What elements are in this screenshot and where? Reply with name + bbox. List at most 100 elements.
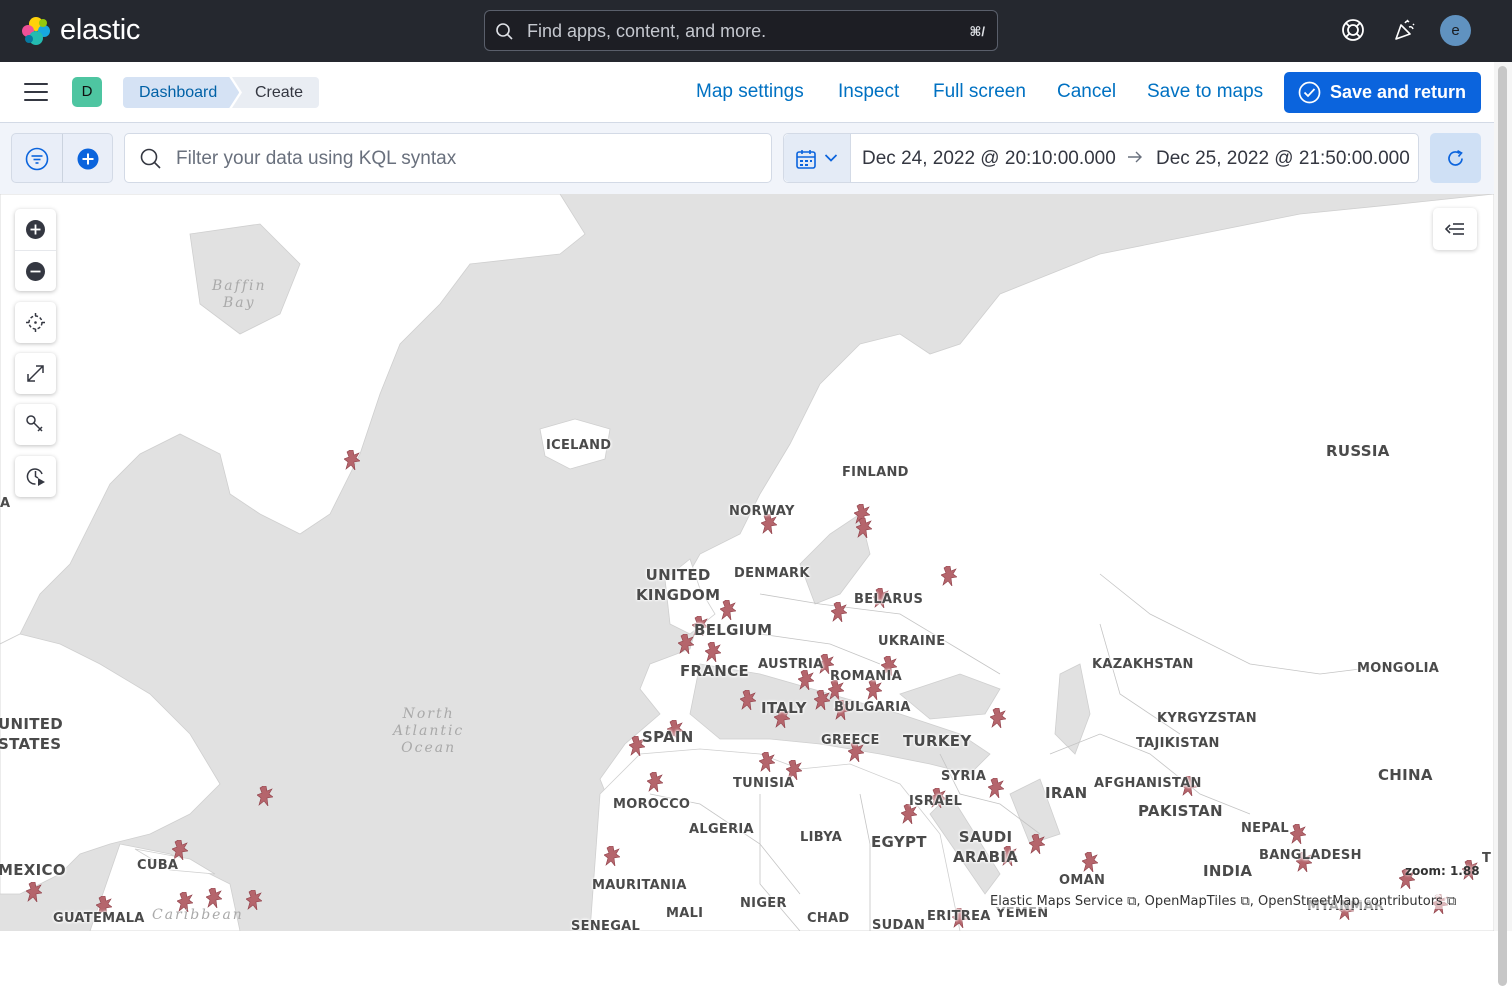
- country-label: FRANCE: [680, 662, 750, 680]
- crosshair-icon: [26, 313, 45, 332]
- map-marker[interactable]: [941, 566, 957, 586]
- water-label: Caribbean: [152, 907, 244, 923]
- map-marker[interactable]: [720, 600, 736, 620]
- country-label: INDIA: [1203, 862, 1253, 880]
- map-marker[interactable]: [831, 602, 847, 622]
- country-label: LIBYA: [800, 830, 843, 845]
- country-label: GUATEMALA: [53, 911, 145, 926]
- kql-query-input[interactable]: Filter your data using KQL syntax: [124, 133, 772, 183]
- timeslider-button[interactable]: [15, 456, 56, 497]
- zoom-control-group: [15, 209, 56, 291]
- app-header: D Dashboard Create Map settings Inspect …: [0, 62, 1512, 123]
- country-label: GREECE: [821, 733, 880, 748]
- breadcrumb-dashboard[interactable]: Dashboard: [123, 77, 239, 108]
- filter-icon[interactable]: [24, 146, 50, 172]
- layer-control-toggle[interactable]: [1433, 208, 1477, 250]
- arrow-right-icon: [1128, 151, 1142, 163]
- country-label: MALI: [666, 906, 704, 921]
- full-screen-button[interactable]: Full screen: [933, 81, 1026, 103]
- quick-select-button[interactable]: [784, 134, 851, 182]
- country-label: DENMARK: [734, 566, 810, 581]
- country-label: MEXICO: [0, 861, 66, 879]
- country-label: ISRAEL: [909, 794, 963, 809]
- map-marker[interactable]: [344, 450, 360, 470]
- country-label: SENEGAL: [571, 919, 641, 931]
- menu-left-icon: [1445, 223, 1464, 235]
- country-label: NEPAL: [1241, 821, 1289, 836]
- help-icon[interactable]: [1340, 17, 1366, 43]
- kql-placeholder: Filter your data using KQL syntax: [176, 148, 457, 169]
- country-label: BELGIUM: [694, 621, 773, 639]
- country-label: IRAN: [1045, 784, 1088, 802]
- zoom-in-button[interactable]: [15, 209, 56, 250]
- map-marker[interactable]: [678, 634, 694, 654]
- country-label: ERITREA: [927, 909, 991, 924]
- country-label: CHINA: [1378, 766, 1433, 784]
- map-marker[interactable]: [705, 642, 721, 662]
- country-label: PAKISTAN: [1138, 802, 1223, 820]
- set-view-button[interactable]: [15, 302, 56, 343]
- save-and-return-button[interactable]: Save and return: [1284, 72, 1481, 113]
- end-date[interactable]: Dec 25, 2022 @ 21:50:00.000: [1156, 148, 1410, 170]
- clock-play-icon: [26, 468, 45, 486]
- expand-icon: [27, 365, 44, 382]
- zoom-level: zoom: 1.88: [1405, 864, 1480, 878]
- cancel-button[interactable]: Cancel: [1057, 81, 1116, 103]
- country-label: TAJIKISTAN: [1136, 736, 1220, 751]
- country-label: ICELAND: [546, 438, 612, 453]
- map-marker[interactable]: [988, 778, 1004, 798]
- map-marker[interactable]: [257, 786, 273, 806]
- country-label: A: [0, 496, 11, 511]
- map-marker[interactable]: [990, 708, 1006, 728]
- map-marker[interactable]: [814, 690, 830, 710]
- inspect-button[interactable]: Inspect: [838, 81, 899, 103]
- country-label: BULGARIA: [834, 700, 911, 715]
- map-marker[interactable]: [740, 690, 756, 710]
- country-label: UNITED STATES: [0, 715, 64, 753]
- country-label: SPAIN: [642, 728, 694, 746]
- country-label: MONGOLIA: [1357, 661, 1440, 676]
- breadcrumb-create: Create: [232, 77, 320, 108]
- country-label: FINLAND: [842, 465, 909, 480]
- map-marker[interactable]: [1029, 834, 1045, 854]
- newsfeed-icon[interactable]: [1392, 17, 1418, 43]
- map-attribution[interactable]: Elastic Maps Service ⧉, OpenMapTiles ⧉, …: [986, 894, 1461, 909]
- elastic-logo[interactable]: elastic: [20, 14, 140, 47]
- map-marker[interactable]: [604, 846, 620, 866]
- draw-tools-button[interactable]: [15, 404, 56, 445]
- refresh-button[interactable]: [1430, 133, 1481, 183]
- map-marker[interactable]: [246, 890, 262, 910]
- country-label: AUSTRIA: [758, 657, 824, 672]
- map-settings-button[interactable]: Map settings: [696, 81, 804, 103]
- map-marker[interactable]: [26, 882, 42, 902]
- divider: [62, 134, 63, 182]
- space-avatar[interactable]: D: [72, 77, 102, 107]
- country-label: ROMANIA: [830, 669, 902, 684]
- country-label: KYRGYZSTAN: [1157, 711, 1257, 726]
- map-canvas[interactable]: Baffin Bay North Atlantic Ocean Caribbea…: [0, 194, 1494, 931]
- fit-to-data-button[interactable]: [15, 353, 56, 394]
- user-avatar[interactable]: e: [1440, 15, 1471, 46]
- map-marker[interactable]: [206, 888, 222, 908]
- scrollbar-thumb[interactable]: [1498, 66, 1507, 986]
- zoom-out-button[interactable]: [15, 250, 56, 291]
- start-date[interactable]: Dec 24, 2022 @ 20:10:00.000: [862, 148, 1116, 170]
- brand-name: elastic: [60, 14, 141, 46]
- menu-toggle-button[interactable]: [24, 83, 48, 103]
- country-label: NORWAY: [729, 504, 795, 519]
- page-scrollbar[interactable]: [1494, 62, 1512, 986]
- map-marker[interactable]: [1082, 852, 1098, 872]
- map-marker[interactable]: [759, 752, 775, 772]
- country-label: OMAN: [1059, 873, 1106, 888]
- save-to-maps-button[interactable]: Save to maps: [1147, 81, 1263, 103]
- map-marker[interactable]: [1290, 824, 1306, 844]
- country-label: KAZAKHSTAN: [1092, 657, 1194, 672]
- map-marker[interactable]: [647, 772, 663, 792]
- elastic-logo-icon: [22, 16, 50, 45]
- global-search-input[interactable]: Find apps, content, and more. ⌘/: [484, 10, 998, 51]
- country-label: MOROCCO: [613, 797, 691, 812]
- map-marker[interactable]: [856, 518, 872, 538]
- add-filter-icon[interactable]: [75, 146, 101, 172]
- water-label: Baffin Bay: [212, 278, 267, 311]
- plus-circle-icon: [26, 220, 45, 239]
